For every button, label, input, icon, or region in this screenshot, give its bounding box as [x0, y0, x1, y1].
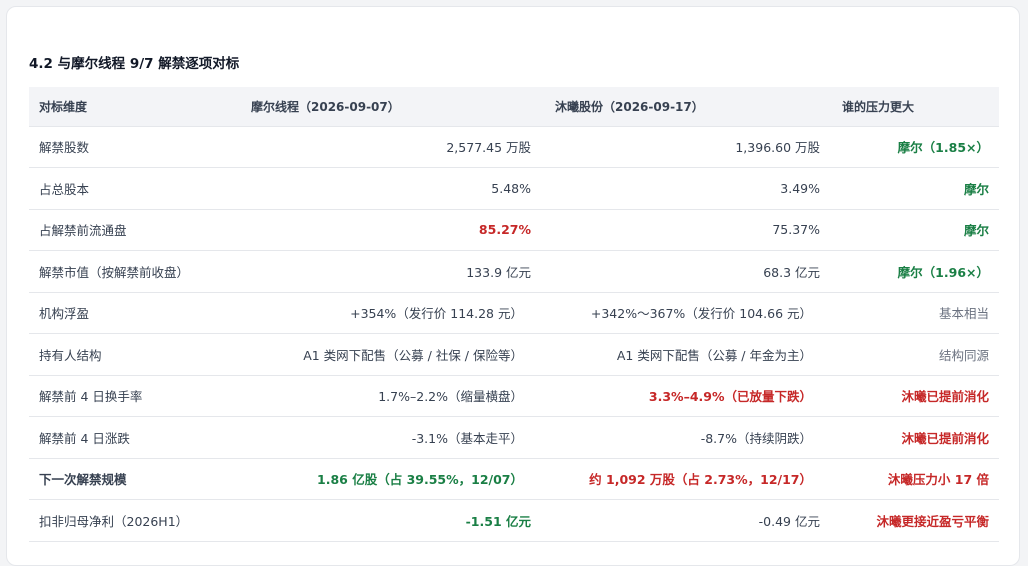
- row-moore-value: -1.51 亿元: [239, 499, 541, 542]
- table-row: 扣非归母净利（2026H1） -1.51 亿元 -0.49 亿元 沐曦更接近盈亏…: [29, 499, 999, 542]
- section-title: 4.2 与摩尔线程 9/7 解禁逐项对标: [29, 56, 240, 72]
- header-muxi: 沐曦股份（2026-09-17）: [541, 87, 830, 127]
- row-moore-value: 133.9 亿元: [239, 250, 541, 293]
- row-muxi-value: -0.49 亿元: [541, 499, 830, 542]
- row-verdict: 沐曦压力小 17 倍: [830, 458, 999, 500]
- row-dimension: 占总股本: [29, 167, 239, 210]
- row-moore-value: 1.86 亿股（占 39.55%，12/07）: [239, 458, 541, 500]
- row-muxi-value: A1 类网下配售（公募 / 年金为主）: [541, 333, 830, 376]
- table-row: 解禁市值（按解禁前收盘） 133.9 亿元 68.3 亿元 摩尔（1.96×）: [29, 250, 999, 293]
- row-verdict: 沐曦已提前消化: [830, 375, 999, 417]
- table-row: 解禁前 4 日换手率 1.7%–2.2%（缩量横盘） 3.3%–4.9%（已放量…: [29, 375, 999, 417]
- row-dimension: 持有人结构: [29, 333, 239, 376]
- row-muxi-value: -8.7%（持续阴跌）: [541, 416, 830, 459]
- row-moore-value: A1 类网下配售（公募 / 社保 / 保险等）: [239, 333, 541, 376]
- row-moore-value: 5.48%: [239, 167, 541, 210]
- content-card: 4.2 与摩尔线程 9/7 解禁逐项对标 对标维度 摩尔线程（2026-09-0…: [6, 6, 1020, 566]
- row-verdict: 基本相当: [830, 292, 999, 334]
- row-dimension: 解禁市值（按解禁前收盘）: [29, 250, 239, 293]
- row-verdict: 摩尔: [830, 167, 999, 210]
- row-moore-value: 85.27%: [239, 209, 541, 251]
- row-dimension: 解禁股数: [29, 126, 239, 168]
- header-dimension: 对标维度: [29, 87, 239, 127]
- table-row: 持有人结构 A1 类网下配售（公募 / 社保 / 保险等） A1 类网下配售（公…: [29, 333, 999, 376]
- row-muxi-value: +342%～367%（发行价 104.66 元）: [541, 292, 830, 334]
- row-moore-value: +354%（发行价 114.28 元）: [239, 292, 541, 334]
- row-muxi-value: 1,396.60 万股: [541, 126, 830, 168]
- row-dimension: 占解禁前流通盘: [29, 209, 239, 251]
- table-header-row: 对标维度 摩尔线程（2026-09-07） 沐曦股份（2026-09-17） 谁…: [29, 87, 999, 127]
- table-row: 解禁前 4 日涨跌 -3.1%（基本走平） -8.7%（持续阴跌） 沐曦已提前消…: [29, 416, 999, 459]
- row-muxi-value: 68.3 亿元: [541, 250, 830, 293]
- row-verdict: 沐曦已提前消化: [830, 416, 999, 459]
- row-dimension: 下一次解禁规模: [29, 458, 239, 500]
- row-verdict: 沐曦更接近盈亏平衡: [830, 499, 999, 542]
- header-moore-threads: 摩尔线程（2026-09-07）: [239, 87, 541, 127]
- row-moore-value: -3.1%（基本走平）: [239, 416, 541, 459]
- row-muxi-value: 75.37%: [541, 209, 830, 251]
- comparison-table: 对标维度 摩尔线程（2026-09-07） 沐曦股份（2026-09-17） 谁…: [29, 87, 999, 542]
- table-row: 机构浮盈 +354%（发行价 114.28 元） +342%～367%（发行价 …: [29, 292, 999, 334]
- row-dimension: 解禁前 4 日涨跌: [29, 416, 239, 459]
- header-verdict: 谁的压力更大: [830, 87, 999, 127]
- row-verdict: 摩尔（1.96×）: [830, 250, 999, 293]
- row-moore-value: 1.7%–2.2%（缩量横盘）: [239, 375, 541, 417]
- table-row: 下一次解禁规模 1.86 亿股（占 39.55%，12/07） 约 1,092 …: [29, 458, 999, 500]
- row-verdict: 摩尔: [830, 209, 999, 251]
- row-verdict: 摩尔（1.85×）: [830, 126, 999, 168]
- row-muxi-value: 3.49%: [541, 167, 830, 210]
- row-dimension: 机构浮盈: [29, 292, 239, 334]
- row-moore-value: 2,577.45 万股: [239, 126, 541, 168]
- table-row: 占解禁前流通盘 85.27% 75.37% 摩尔: [29, 209, 999, 251]
- row-dimension: 扣非归母净利（2026H1）: [29, 499, 239, 542]
- row-muxi-value: 约 1,092 万股（占 2.73%，12/17）: [541, 458, 830, 500]
- row-verdict: 结构同源: [830, 333, 999, 376]
- row-muxi-value: 3.3%–4.9%（已放量下跌）: [541, 375, 830, 417]
- table-row: 解禁股数 2,577.45 万股 1,396.60 万股 摩尔（1.85×）: [29, 126, 999, 168]
- table-row: 占总股本 5.48% 3.49% 摩尔: [29, 167, 999, 210]
- row-dimension: 解禁前 4 日换手率: [29, 375, 239, 417]
